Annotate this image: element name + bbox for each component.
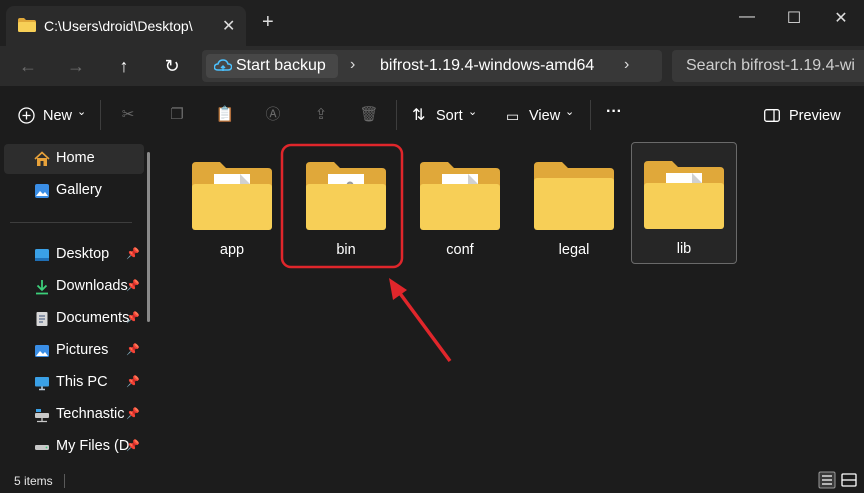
back-button[interactable]: ← xyxy=(16,54,40,78)
sidebar-item-home[interactable]: Home xyxy=(4,144,144,174)
command-bar: New ⌄ ✂ ❐ 📋 Ⓐ ⇪ 🗑 ⇅ Sort ⌄ ▭ View ⌄ ··· … xyxy=(0,90,864,140)
toolbar-divider xyxy=(590,100,591,130)
pin-icon[interactable]: 📌 xyxy=(126,343,140,356)
sidebar-item-label: Technastic xyxy=(56,406,125,422)
new-tab-button[interactable]: + xyxy=(262,12,274,32)
chevron-down-icon: ⌄ xyxy=(565,106,575,118)
plus-circle-icon xyxy=(18,107,35,124)
new-label: New xyxy=(43,108,73,124)
paste-icon[interactable]: 📋 xyxy=(214,104,236,126)
search-placeholder: Search bifrost-1.19.4-wi xyxy=(686,57,855,74)
breadcrumb-chevron-icon[interactable]: › xyxy=(624,56,629,74)
view-label: View xyxy=(529,108,561,124)
copy-icon[interactable]: ❐ xyxy=(166,104,188,126)
up-button[interactable]: ↑ xyxy=(112,54,136,78)
status-bar: 5 items xyxy=(0,468,864,493)
sidebar-item-gallery[interactable]: Gallery xyxy=(4,176,144,206)
sidebar-item-technastic[interactable]: Technastic 📌 xyxy=(4,400,144,430)
this-pc-icon xyxy=(35,377,49,391)
folder-icon xyxy=(18,18,36,32)
annotation-arrow xyxy=(394,286,452,363)
pictures-icon xyxy=(35,345,49,357)
minimize-button[interactable]: — xyxy=(732,8,762,26)
toolbar-divider xyxy=(100,100,101,130)
sidebar-scrollbar[interactable] xyxy=(147,152,150,322)
annotation-overlay xyxy=(280,143,452,363)
delete-icon[interactable]: 🗑 xyxy=(358,104,380,126)
preview-pane-icon xyxy=(764,109,780,122)
cut-icon[interactable]: ✂ xyxy=(117,104,139,126)
sort-icon: ⇅ xyxy=(412,107,426,124)
close-tab-icon[interactable]: ✕ xyxy=(222,16,235,36)
cloud-backup-icon xyxy=(214,59,232,71)
view-icon: ▭ xyxy=(506,108,520,124)
pin-icon[interactable]: 📌 xyxy=(126,247,140,260)
documents-icon xyxy=(36,312,48,326)
rename-icon[interactable]: Ⓐ xyxy=(262,104,284,126)
gallery-icon xyxy=(35,184,49,198)
highlight-box xyxy=(280,143,404,269)
sidebar-divider xyxy=(10,222,132,223)
address-bar[interactable]: Start backup › bifrost-1.19.4-windows-am… xyxy=(202,50,662,82)
chevron-down-icon: ⌄ xyxy=(77,106,87,118)
chevron-down-icon: ⌄ xyxy=(468,106,478,118)
maximize-button[interactable]: ☐ xyxy=(779,8,809,28)
sidebar-item-label: Home xyxy=(56,150,95,166)
refresh-button[interactable]: ↻ xyxy=(160,54,184,78)
share-icon[interactable]: ⇪ xyxy=(310,104,332,126)
pin-icon[interactable]: 📌 xyxy=(126,407,140,420)
drive-icon xyxy=(35,445,49,450)
navigation-pane: Home Gallery Desktop 📌 Downloads 📌 Docum… xyxy=(0,140,160,468)
pin-icon[interactable]: 📌 xyxy=(126,311,140,324)
sidebar-item-downloads[interactable]: Downloads 📌 xyxy=(4,272,144,302)
sidebar-item-this-pc[interactable]: This PC 📌 xyxy=(4,368,144,398)
sidebar-item-desktop[interactable]: Desktop 📌 xyxy=(4,240,144,270)
desktop-icon xyxy=(35,249,49,261)
sidebar-item-my-files[interactable]: My Files (D 📌 xyxy=(4,432,144,462)
title-bar: C:\Users\droid\Desktop\ ✕ + — ☐ ✕ xyxy=(0,0,864,46)
more-options-button[interactable]: ··· xyxy=(606,100,622,124)
sidebar-item-label: My Files (D xyxy=(56,438,130,454)
sidebar-item-pictures[interactable]: Pictures 📌 xyxy=(4,336,144,366)
tab-title: C:\Users\droid\Desktop\ xyxy=(44,18,193,34)
details-view-icon[interactable] xyxy=(818,471,836,489)
file-list: app bin conf legal lib xyxy=(160,140,864,468)
breadcrumb-current-folder[interactable]: bifrost-1.19.4-windows-amd64 xyxy=(380,57,594,75)
sidebar-item-label: Gallery xyxy=(56,182,102,198)
sidebar-item-documents[interactable]: Documents 📌 xyxy=(4,304,144,334)
close-window-button[interactable]: ✕ xyxy=(826,8,856,28)
start-backup-label: Start backup xyxy=(236,57,326,74)
item-count: 5 items xyxy=(14,474,53,488)
toolbar-divider xyxy=(396,100,397,130)
pin-icon[interactable]: 📌 xyxy=(126,439,140,452)
search-input[interactable]: Search bifrost-1.19.4-wi xyxy=(672,50,864,82)
breadcrumb-separator-icon[interactable]: › xyxy=(350,56,355,74)
navigation-bar: ← → ↑ ↻ Start backup › bifrost-1.19.4-wi… xyxy=(0,46,864,86)
window-tab[interactable]: C:\Users\droid\Desktop\ ✕ xyxy=(6,6,246,46)
forward-button[interactable]: → xyxy=(64,54,88,78)
status-divider xyxy=(64,474,65,488)
tiles-view-icon[interactable] xyxy=(840,471,858,489)
download-icon xyxy=(36,280,48,295)
home-icon xyxy=(34,151,50,166)
pin-icon[interactable]: 📌 xyxy=(126,279,140,292)
start-backup-button[interactable]: Start backup xyxy=(206,54,338,78)
sort-label: Sort xyxy=(436,108,463,124)
network-drive-icon xyxy=(35,409,49,423)
preview-label: Preview xyxy=(789,108,841,124)
pin-icon[interactable]: 📌 xyxy=(126,375,140,388)
